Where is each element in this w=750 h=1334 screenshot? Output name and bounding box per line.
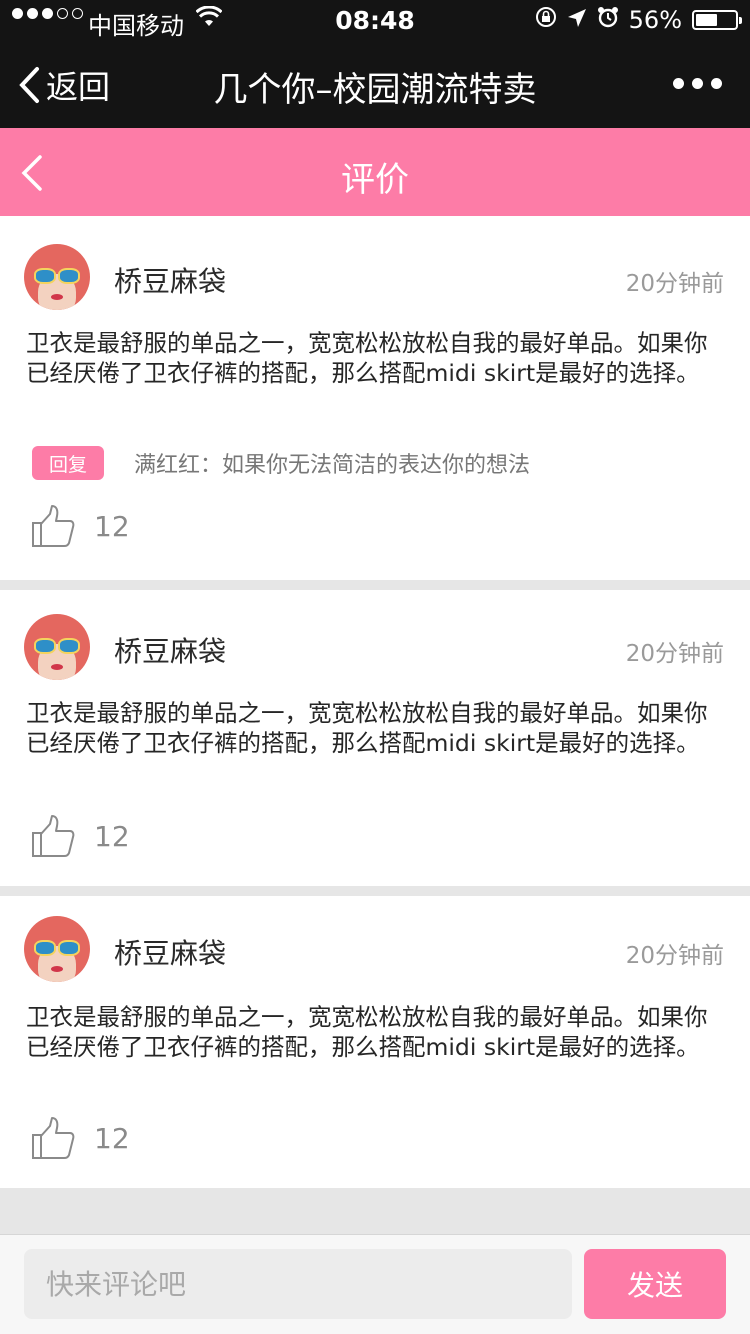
comment-timestamp: 20分钟前 (625, 943, 724, 969)
comment-text: 卫衣是最舒服的单品之一，宽宽松松放松自我的最好单品。如果你已经厌倦了卫衣仔裤的搭… (26, 699, 708, 757)
location-arrow-icon (567, 6, 587, 34)
thumbs-up-icon (32, 1117, 75, 1159)
battery-icon (692, 10, 742, 30)
section-title: 评价 (341, 160, 409, 200)
status-bar: 中国移动 08:48 56% (0, 0, 750, 40)
reply-badge[interactable]: 回复 (32, 446, 104, 480)
like-button[interactable]: 12 (30, 1116, 130, 1160)
like-button[interactable]: 12 (30, 504, 130, 548)
like-button[interactable]: 12 (30, 814, 130, 858)
thumbs-up-icon (32, 505, 75, 547)
comment-username[interactable]: 桥豆麻袋 (114, 630, 226, 670)
like-count: 12 (94, 819, 130, 853)
comment-username[interactable]: 桥豆麻袋 (114, 260, 226, 300)
more-options-icon[interactable] (673, 78, 722, 89)
comment-timestamp: 20分钟前 (625, 641, 724, 667)
reply-row: 回复 满红红：如果你无法简洁的表达你的想法 (32, 446, 530, 480)
page-title: 几个你–校园潮流特卖 (213, 70, 537, 110)
comment-text: 卫衣是最舒服的单品之一，宽宽松松放松自我的最好单品。如果你已经厌倦了卫衣仔裤的搭… (26, 1003, 708, 1061)
comment-item: 桥豆麻袋 20分钟前 卫衣是最舒服的单品之一，宽宽松松放松自我的最好单品。如果你… (0, 896, 750, 1188)
comment-item: 桥豆麻袋 20分钟前 卫衣是最舒服的单品之一，宽宽松松放松自我的最好单品。如果你… (0, 216, 750, 580)
thumbs-up-icon (32, 815, 75, 857)
battery-fill (696, 14, 718, 26)
nav-bar: 返回 几个你–校园潮流特卖 (0, 40, 750, 128)
section-header: 评价 (0, 128, 750, 216)
like-count: 12 (94, 1121, 130, 1155)
comment-timestamp: 20分钟前 (625, 271, 724, 297)
comment-item: 桥豆麻袋 20分钟前 卫衣是最舒服的单品之一，宽宽松松放松自我的最好单品。如果你… (0, 590, 750, 886)
like-count: 12 (94, 509, 130, 543)
comment-username[interactable]: 桥豆麻袋 (114, 932, 226, 972)
comment-input-bar: 发送 (0, 1234, 750, 1334)
battery-percent: 56% (628, 6, 682, 34)
avatar[interactable] (24, 916, 90, 982)
avatar[interactable] (24, 244, 90, 310)
avatar[interactable] (24, 614, 90, 680)
send-button[interactable]: 发送 (584, 1249, 726, 1319)
alarm-icon (597, 6, 619, 34)
comment-text: 卫衣是最舒服的单品之一，宽宽松松放松自我的最好单品。如果你已经厌倦了卫衣仔裤的搭… (26, 329, 708, 387)
rotation-lock-icon (535, 6, 557, 34)
reply-text: 满红红：如果你无法简洁的表达你的想法 (134, 453, 531, 478)
comment-input[interactable] (24, 1249, 572, 1319)
